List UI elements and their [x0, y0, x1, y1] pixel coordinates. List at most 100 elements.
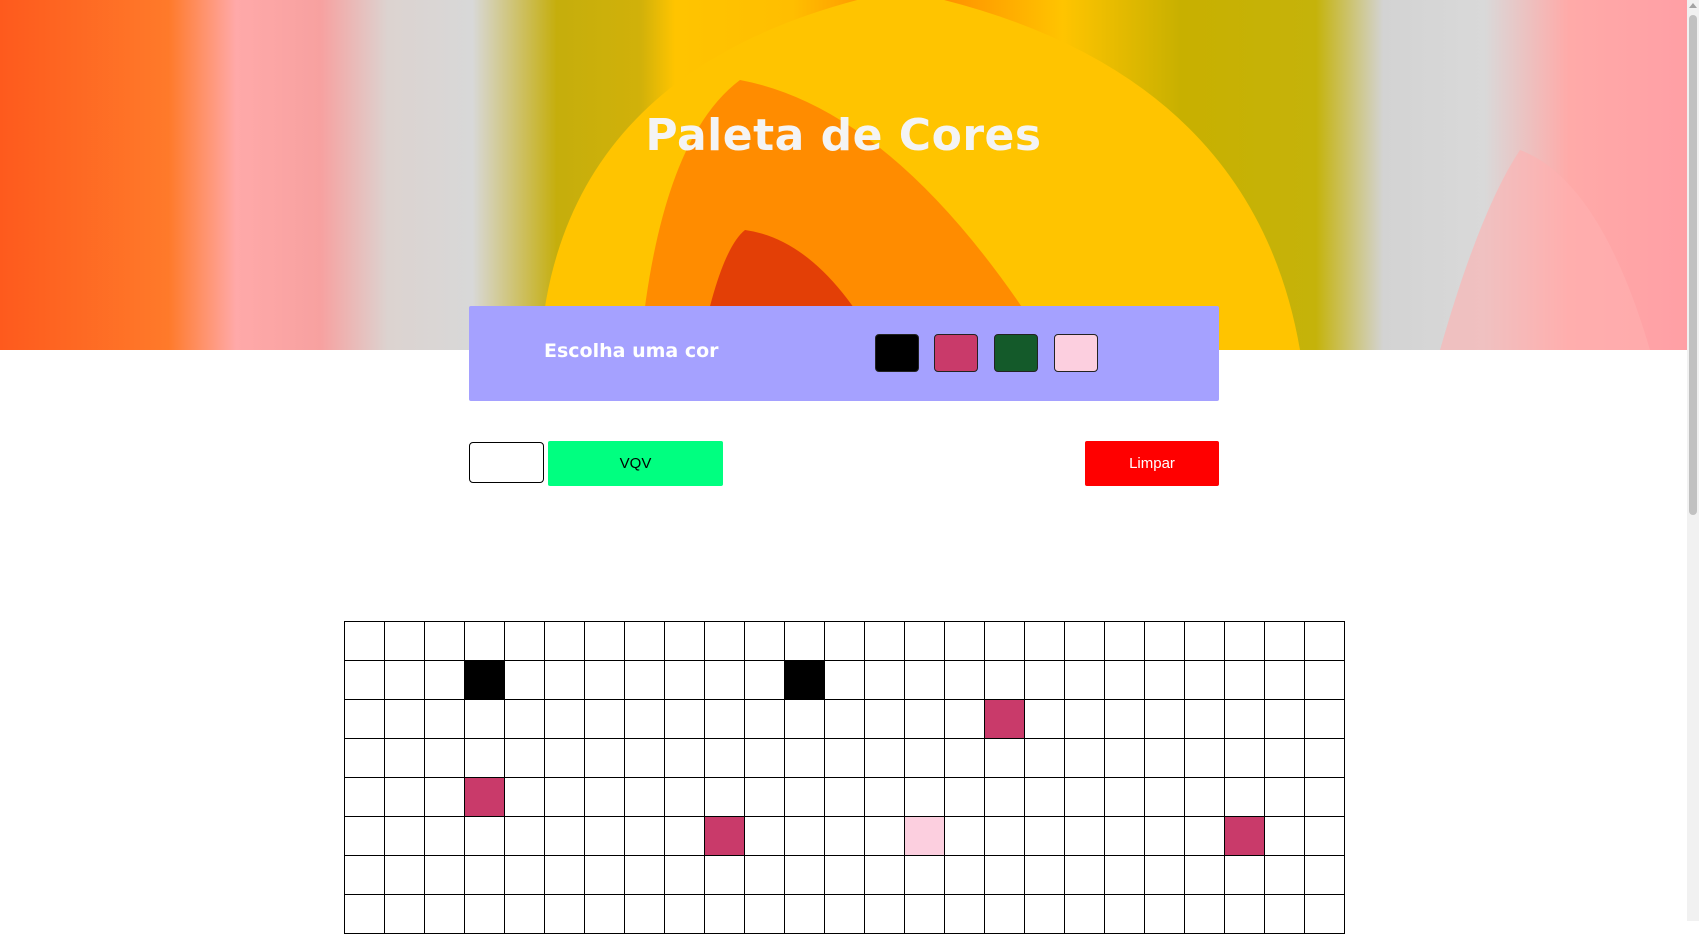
pixel[interactable]	[945, 622, 985, 661]
pixel[interactable]	[785, 739, 825, 778]
pixel[interactable]	[545, 856, 585, 895]
pixel[interactable]	[1265, 661, 1305, 700]
pixel[interactable]	[1065, 622, 1105, 661]
pixel[interactable]	[665, 778, 705, 817]
pixel[interactable]	[585, 739, 625, 778]
pixel[interactable]	[1265, 817, 1305, 856]
pixel[interactable]	[1065, 778, 1105, 817]
pixel[interactable]	[465, 856, 505, 895]
pixel[interactable]	[505, 739, 545, 778]
pixel[interactable]	[665, 856, 705, 895]
pixel[interactable]	[465, 661, 505, 700]
pixel[interactable]	[945, 661, 985, 700]
pixel[interactable]	[505, 700, 545, 739]
pixel[interactable]	[1185, 856, 1225, 895]
pixel[interactable]	[745, 739, 785, 778]
pixel[interactable]	[945, 739, 985, 778]
pixel[interactable]	[425, 817, 465, 856]
pixel[interactable]	[345, 700, 385, 739]
pixel[interactable]	[425, 856, 465, 895]
pixel[interactable]	[1025, 661, 1065, 700]
pixel[interactable]	[745, 817, 785, 856]
pixel[interactable]	[1025, 622, 1065, 661]
pixel[interactable]	[1265, 700, 1305, 739]
color-swatch-light-pink[interactable]	[1054, 334, 1098, 372]
pixel[interactable]	[1025, 856, 1065, 895]
pixel[interactable]	[625, 778, 665, 817]
pixel[interactable]	[345, 778, 385, 817]
pixel[interactable]	[785, 778, 825, 817]
pixel[interactable]	[345, 739, 385, 778]
pixel[interactable]	[705, 661, 745, 700]
pixel[interactable]	[865, 856, 905, 895]
pixel[interactable]	[625, 739, 665, 778]
color-swatch-pink[interactable]	[934, 334, 978, 372]
pixel[interactable]	[705, 778, 745, 817]
pixel[interactable]	[985, 817, 1025, 856]
pixel[interactable]	[1185, 895, 1225, 934]
pixel[interactable]	[1145, 817, 1185, 856]
pixel[interactable]	[665, 622, 705, 661]
pixel[interactable]	[1185, 661, 1225, 700]
pixel[interactable]	[1025, 778, 1065, 817]
pixel[interactable]	[625, 622, 665, 661]
pixel[interactable]	[625, 661, 665, 700]
pixel[interactable]	[345, 661, 385, 700]
pixel[interactable]	[585, 622, 625, 661]
pixel[interactable]	[585, 700, 625, 739]
pixel[interactable]	[1185, 700, 1225, 739]
pixel[interactable]	[1225, 661, 1265, 700]
pixel[interactable]	[825, 895, 865, 934]
pixel[interactable]	[865, 622, 905, 661]
pixel[interactable]	[785, 817, 825, 856]
pixel[interactable]	[785, 622, 825, 661]
pixel[interactable]	[505, 856, 545, 895]
pixel[interactable]	[585, 856, 625, 895]
pixel[interactable]	[1185, 817, 1225, 856]
vertical-scrollbar[interactable]	[1687, 0, 1699, 921]
pixel[interactable]	[1065, 895, 1105, 934]
pixel[interactable]	[705, 856, 745, 895]
pixel[interactable]	[945, 778, 985, 817]
pixel[interactable]	[1225, 622, 1265, 661]
pixel[interactable]	[705, 817, 745, 856]
pixel[interactable]	[585, 778, 625, 817]
pixel[interactable]	[905, 856, 945, 895]
pixel[interactable]	[545, 817, 585, 856]
pixel[interactable]	[385, 661, 425, 700]
pixel[interactable]	[1225, 856, 1265, 895]
pixel[interactable]	[465, 778, 505, 817]
pixel[interactable]	[905, 700, 945, 739]
pixel[interactable]	[1265, 778, 1305, 817]
pixel[interactable]	[665, 817, 705, 856]
pixel[interactable]	[1065, 700, 1105, 739]
pixel[interactable]	[505, 895, 545, 934]
scroll-up-arrow-icon[interactable]	[1689, 3, 1697, 8]
pixel[interactable]	[785, 700, 825, 739]
pixel[interactable]	[1265, 856, 1305, 895]
pixel[interactable]	[505, 817, 545, 856]
pixel[interactable]	[745, 661, 785, 700]
pixel[interactable]	[1065, 739, 1105, 778]
pixel[interactable]	[1305, 622, 1345, 661]
pixel[interactable]	[1305, 700, 1345, 739]
pixel[interactable]	[665, 661, 705, 700]
pixel[interactable]	[1105, 856, 1145, 895]
pixel[interactable]	[1225, 817, 1265, 856]
pixel[interactable]	[385, 895, 425, 934]
pixel[interactable]	[1265, 622, 1305, 661]
pixel[interactable]	[465, 739, 505, 778]
pixel[interactable]	[865, 700, 905, 739]
pixel[interactable]	[945, 700, 985, 739]
pixel[interactable]	[665, 895, 705, 934]
pixel[interactable]	[425, 778, 465, 817]
pixel[interactable]	[545, 895, 585, 934]
color-swatch-green[interactable]	[994, 334, 1038, 372]
clear-board-button[interactable]: Limpar	[1085, 441, 1219, 486]
pixel[interactable]	[545, 700, 585, 739]
pixel[interactable]	[825, 661, 865, 700]
pixel[interactable]	[1145, 856, 1185, 895]
pixel[interactable]	[1105, 817, 1145, 856]
pixel[interactable]	[1305, 895, 1345, 934]
pixel[interactable]	[585, 817, 625, 856]
